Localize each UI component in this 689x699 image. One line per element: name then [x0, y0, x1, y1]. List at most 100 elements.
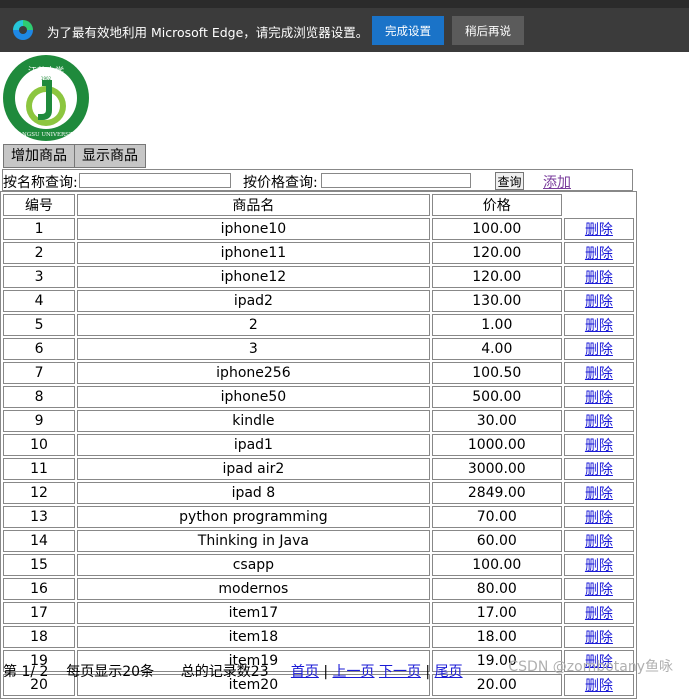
cell-price: 120.00: [431, 266, 562, 288]
table-row: 11 ipad air2 3000.00 删除: [3, 458, 634, 480]
table-row: 3 iphone12 120.00 删除: [3, 266, 634, 288]
price-search-input[interactable]: [321, 173, 471, 188]
cell-price: 1000.00: [431, 434, 562, 456]
pagination: 第 1/ 2 每页显示20条 总的记录数23 首页 | 上一页 下一页 | 尾页: [3, 661, 463, 681]
delete-link[interactable]: 删除: [585, 390, 613, 406]
table-row: 15 csapp 100.00 删除: [3, 554, 634, 576]
delete-link[interactable]: 删除: [585, 486, 613, 502]
cell-id: 13: [3, 506, 76, 528]
cell-price: 70.00: [431, 506, 562, 528]
delete-link[interactable]: 删除: [585, 414, 613, 430]
cell-action: 删除: [563, 458, 634, 480]
cell-action: 删除: [563, 626, 634, 648]
delete-link[interactable]: 删除: [585, 342, 613, 358]
cell-action: 删除: [563, 362, 634, 384]
cell-price: 120.00: [431, 242, 562, 264]
later-button[interactable]: 稍后再说: [452, 16, 524, 45]
cell-name: ipad1: [77, 434, 430, 456]
name-search-input[interactable]: [79, 173, 231, 188]
delete-link[interactable]: 删除: [585, 318, 613, 334]
per-page-info: 每页显示20条: [66, 664, 155, 680]
cell-action: 删除: [563, 578, 634, 600]
delete-link[interactable]: 删除: [585, 222, 613, 238]
cell-id: 18: [3, 626, 76, 648]
university-logo: 江苏大学 1902 JIANGSU UNIVERSITY: [3, 55, 89, 141]
table-row: 1 iphone10 100.00 删除: [3, 218, 634, 240]
delete-link[interactable]: 删除: [585, 630, 613, 646]
cell-id: 11: [3, 458, 76, 480]
cell-id: 9: [3, 410, 76, 432]
product-table: 编号 商品名 价格 1 iphone10 100.00 删除 2 iphone11 120.…: [0, 191, 637, 699]
separator: |: [425, 664, 431, 680]
delete-link[interactable]: 删除: [585, 270, 613, 286]
cell-name: python programming: [77, 506, 430, 528]
table-header-row: 编号 商品名 价格: [3, 194, 634, 216]
page-info: 第 1/ 2: [3, 664, 49, 680]
last-page-link[interactable]: 尾页: [435, 664, 463, 680]
cell-name: Thinking in Java: [77, 530, 430, 552]
total-records: 总的记录数23: [180, 664, 269, 680]
delete-link[interactable]: 删除: [585, 534, 613, 550]
cell-price: 3000.00: [431, 458, 562, 480]
add-link[interactable]: 添加: [543, 172, 571, 192]
table-row: 17 item17 17.00 删除: [3, 602, 634, 624]
tab-add-product[interactable]: 增加商品: [3, 144, 75, 168]
edge-logo-icon: [13, 20, 33, 40]
cell-action: 删除: [563, 506, 634, 528]
delete-link[interactable]: 删除: [585, 438, 613, 454]
cell-price: 1.00: [431, 314, 562, 336]
delete-link[interactable]: 删除: [585, 606, 613, 622]
cell-id: 15: [3, 554, 76, 576]
cell-id: 16: [3, 578, 76, 600]
cell-name: modernos: [77, 578, 430, 600]
delete-link[interactable]: 删除: [585, 462, 613, 478]
browser-top-strip: [0, 0, 689, 8]
cell-name: item17: [77, 602, 430, 624]
edge-notification-bar: 为了最有效地利用 Microsoft Edge，请完成浏览器设置。 完成设置 稍…: [0, 0, 689, 52]
cell-price: 17.00: [431, 602, 562, 624]
cell-action: 删除: [563, 482, 634, 504]
cell-id: 1: [3, 218, 76, 240]
cell-name: 2: [77, 314, 430, 336]
cell-name: iphone11: [77, 242, 430, 264]
table-row: 14 Thinking in Java 60.00 删除: [3, 530, 634, 552]
header-id: 编号: [3, 194, 76, 216]
delete-link[interactable]: 删除: [585, 678, 613, 694]
cell-price: 30.00: [431, 410, 562, 432]
cell-name: ipad2: [77, 290, 430, 312]
cell-action: 删除: [563, 410, 634, 432]
delete-link[interactable]: 删除: [585, 558, 613, 574]
cell-name: ipad 8: [77, 482, 430, 504]
header-name: 商品名: [77, 194, 430, 216]
cell-action: 删除: [563, 554, 634, 576]
cell-id: 14: [3, 530, 76, 552]
cell-id: 12: [3, 482, 76, 504]
first-page-link[interactable]: 首页: [291, 664, 319, 680]
cell-action: 删除: [563, 218, 634, 240]
delete-link[interactable]: 删除: [585, 366, 613, 382]
query-button[interactable]: 查询: [495, 172, 524, 190]
cell-name: iphone256: [77, 362, 430, 384]
delete-link[interactable]: 删除: [585, 510, 613, 526]
watermark: CSDN @zombotany鱼咏: [508, 659, 673, 675]
finish-setup-button[interactable]: 完成设置: [372, 16, 444, 45]
cell-action: 删除: [563, 338, 634, 360]
cell-price: 130.00: [431, 290, 562, 312]
cell-price: 100.50: [431, 362, 562, 384]
cell-id: 5: [3, 314, 76, 336]
cell-action: 删除: [563, 530, 634, 552]
delete-link[interactable]: 删除: [585, 582, 613, 598]
tab-show-products[interactable]: 显示商品: [75, 144, 146, 168]
header-action: [564, 194, 634, 216]
delete-link[interactable]: 删除: [585, 246, 613, 262]
prev-page-link[interactable]: 上一页: [333, 664, 375, 680]
cell-action: 删除: [563, 242, 634, 264]
table-row: 16 modernos 80.00 删除: [3, 578, 634, 600]
cell-id: 8: [3, 386, 76, 408]
cell-price: 2849.00: [431, 482, 562, 504]
delete-link[interactable]: 删除: [585, 294, 613, 310]
price-search-label: 按价格查询:: [243, 175, 318, 191]
cell-id: 6: [3, 338, 76, 360]
next-page-link[interactable]: 下一页: [379, 664, 421, 680]
logo-text-bottom: JIANGSU UNIVERSITY: [13, 132, 79, 138]
